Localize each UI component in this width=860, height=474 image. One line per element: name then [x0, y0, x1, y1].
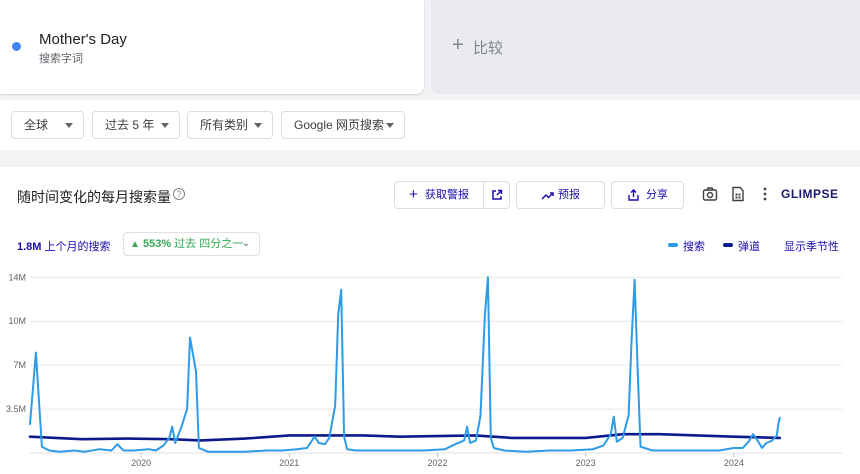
search-series-line	[29, 276, 781, 453]
show-seasonality-link[interactable]: 显示季节性	[784, 238, 839, 254]
source-filter[interactable]: Google 网页搜索	[281, 111, 405, 139]
y-tick-label: 7M	[13, 360, 26, 370]
term-type: 搜索字词	[39, 53, 83, 65]
external-link-icon	[492, 189, 503, 200]
x-tick-label: 2021	[279, 458, 299, 468]
region-filter[interactable]: 全球	[11, 111, 84, 139]
growth-dropdown[interactable]: ▲ 553% 过去 四分之一 ⌄	[123, 232, 260, 256]
x-tick-label: 2024	[724, 458, 744, 468]
x-tick-label: 2023	[576, 458, 596, 468]
region-filter-label: 全球	[24, 118, 49, 132]
chart-panel: 随时间变化的每月搜索量 ? + 获取警报 预报 分享 GLIMPSE 1.8M …	[0, 167, 860, 474]
growth-period: 过去 四分之一	[174, 238, 244, 250]
chevron-down-icon: ⌄	[241, 238, 250, 249]
share-button[interactable]: 分享	[611, 181, 684, 209]
x-tick-label: 2022	[427, 458, 447, 468]
glimpse-logo[interactable]: GLIMPSE	[781, 187, 839, 201]
term-color-dot	[12, 42, 21, 51]
filter-bar: 全球 过去 5 年 所有类别 Google 网页搜索	[0, 100, 860, 150]
more-options-icon[interactable]	[757, 186, 773, 202]
caret-down-icon	[386, 123, 394, 128]
get-alert-label: 获取警报	[425, 189, 469, 201]
plus-icon: +	[452, 34, 464, 56]
get-alert-button[interactable]: + 获取警报	[394, 181, 484, 209]
legend-trend-swatch	[723, 243, 733, 247]
y-tick-label: 10M	[8, 316, 26, 326]
forecast-button[interactable]: 预报	[516, 181, 605, 209]
search-volume-chart: 14M 10M 7M 3.5M 2020 2021 2022 2023 2024	[6, 272, 842, 468]
legend-search[interactable]: 搜索	[683, 238, 705, 254]
time-filter[interactable]: 过去 5 年	[92, 111, 180, 139]
compare-label: 比较	[473, 40, 504, 57]
legend-search-swatch	[668, 243, 678, 247]
last-month-stat: 1.8M 上个月的搜索	[17, 238, 111, 254]
legend-trend[interactable]: 弹道	[738, 238, 760, 254]
x-tick-label: 2020	[131, 458, 151, 468]
source-filter-label: Google 网页搜索	[294, 118, 385, 132]
category-filter-label: 所有类别	[200, 118, 249, 132]
y-tick-label: 14M	[8, 272, 26, 282]
caret-down-icon	[254, 123, 262, 128]
csv-file-icon[interactable]	[730, 186, 746, 202]
help-icon[interactable]: ?	[173, 188, 185, 200]
growth-value: 553%	[142, 238, 172, 250]
y-tick-label: 3.5M	[6, 404, 26, 414]
last-month-label: 上个月的搜索	[44, 241, 111, 253]
panel-title: 随时间变化的每月搜索量	[17, 189, 171, 205]
caret-down-icon	[65, 123, 73, 128]
time-filter-label: 过去 5 年	[105, 118, 155, 132]
compare-card[interactable]: + 比较	[431, 0, 860, 94]
term-name: Mother's Day	[39, 31, 127, 48]
forecast-label: 预报	[558, 189, 580, 201]
trend-up-icon	[541, 192, 554, 200]
caret-down-icon	[161, 123, 169, 128]
share-label: 分享	[646, 189, 668, 201]
open-external-button[interactable]	[483, 181, 510, 209]
last-month-value: 1.8M	[17, 241, 42, 253]
trend-series-line	[28, 432, 782, 442]
share-icon	[628, 189, 639, 201]
plus-icon: +	[409, 186, 418, 203]
camera-icon[interactable]	[702, 186, 718, 202]
search-term-card[interactable]: Mother's Day 搜索字词	[0, 0, 424, 94]
category-filter[interactable]: 所有类别	[187, 111, 273, 139]
triangle-up-icon: ▲	[130, 239, 140, 250]
